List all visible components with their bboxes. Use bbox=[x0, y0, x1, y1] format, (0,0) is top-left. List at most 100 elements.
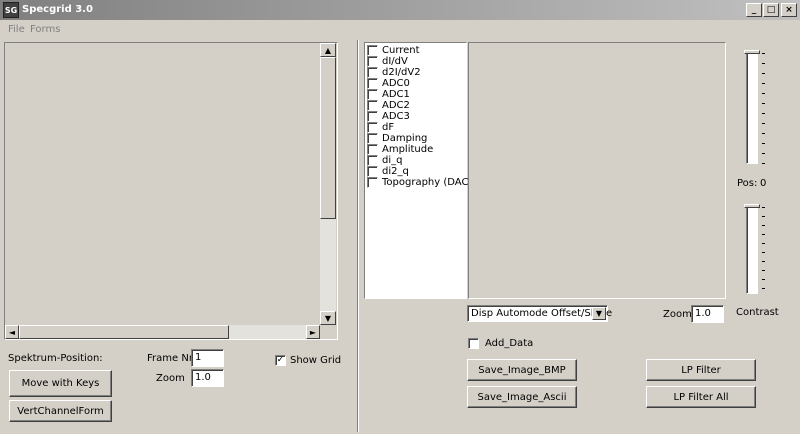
slider-tick bbox=[762, 143, 765, 144]
slider-tick bbox=[762, 53, 765, 54]
minimize-button[interactable]: _ bbox=[746, 3, 762, 17]
panel-divider-highlight bbox=[358, 40, 359, 432]
horizontal-scrollbar[interactable]: ◄ ► bbox=[5, 325, 320, 339]
dropdown-button[interactable]: ▼ bbox=[592, 307, 606, 320]
channel-item[interactable]: dI/dV bbox=[367, 56, 479, 67]
save-image-bmp-button[interactable]: Save_Image_BMP bbox=[467, 359, 577, 381]
channel-label: ADC0 bbox=[382, 78, 410, 89]
show-grid-label: Show Grid bbox=[290, 355, 342, 366]
channel-label: ADC1 bbox=[382, 89, 410, 100]
scroll-down-button[interactable]: ▼ bbox=[320, 311, 336, 325]
vertical-scrollbar[interactable]: ▲ ▼ bbox=[320, 43, 336, 325]
scroll-right-button[interactable]: ► bbox=[306, 325, 320, 339]
lp-filter-all-button[interactable]: LP Filter All bbox=[646, 386, 756, 408]
slider-tick bbox=[762, 63, 765, 64]
channel-item[interactable]: dF bbox=[367, 122, 479, 133]
slider-tick bbox=[762, 207, 765, 208]
channel-checkbox[interactable] bbox=[367, 177, 378, 188]
slider-tick bbox=[762, 73, 765, 74]
contrast-slider-ticks bbox=[762, 202, 767, 298]
channel-label: Damping bbox=[382, 133, 428, 144]
channel-label: ADC3 bbox=[382, 111, 410, 122]
close-button[interactable]: × bbox=[781, 3, 797, 17]
channel-item[interactable]: d2I/dV2 bbox=[367, 67, 479, 78]
channel-list[interactable]: Current dI/dV d2I/dV2 ADC0 ADC1 ADC2 ADC3 dF Dam… bbox=[364, 42, 479, 299]
pos-value: 0 bbox=[760, 178, 767, 189]
channel-item[interactable]: Amplitude bbox=[367, 144, 479, 155]
channel-checkbox[interactable] bbox=[367, 155, 378, 166]
pos-slider-ticks bbox=[762, 48, 767, 168]
channel-item[interactable]: ADC2 bbox=[367, 100, 479, 111]
contrast-label: Contrast bbox=[736, 307, 779, 318]
move-with-keys-button[interactable]: Move with Keys bbox=[9, 370, 112, 397]
channel-checkbox[interactable] bbox=[367, 122, 378, 133]
checkmark-icon: ✓ bbox=[276, 355, 285, 365]
add-data-checkbox[interactable]: Add_Data bbox=[468, 338, 533, 349]
slider-tick bbox=[762, 261, 765, 262]
contrast-slider[interactable] bbox=[740, 202, 770, 298]
slider-tick bbox=[762, 103, 765, 104]
menu-bar: File Forms bbox=[0, 20, 800, 39]
arrow-up-icon: ▲ bbox=[324, 46, 332, 55]
window-title: Specgrid 3.0 bbox=[22, 4, 93, 15]
vertical-scroll-thumb[interactable] bbox=[320, 57, 336, 219]
slider-tick bbox=[762, 288, 765, 289]
channel-item[interactable]: di2_q bbox=[367, 166, 479, 177]
show-grid-checkbox[interactable]: ✓ Show Grid bbox=[275, 355, 341, 366]
pos-slider-track[interactable] bbox=[746, 52, 758, 164]
frame-nr-input[interactable]: 1 bbox=[191, 349, 224, 367]
channel-checkbox[interactable] bbox=[367, 111, 378, 122]
channel-label: d2I/dV2 bbox=[382, 67, 421, 78]
channel-checkbox[interactable] bbox=[367, 56, 378, 67]
arrow-left-icon: ◄ bbox=[8, 328, 16, 337]
scroll-left-button[interactable]: ◄ bbox=[5, 325, 19, 339]
channel-item[interactable]: Damping bbox=[367, 133, 479, 144]
spectrum-view[interactable] bbox=[4, 42, 338, 340]
menu-forms[interactable]: Forms bbox=[30, 23, 60, 37]
scroll-up-button[interactable]: ▲ bbox=[320, 43, 336, 57]
pos-slider[interactable] bbox=[740, 48, 770, 168]
lp-filter-button[interactable]: LP Filter bbox=[646, 359, 756, 381]
maximize-icon: □ bbox=[766, 5, 776, 15]
channel-checkbox[interactable] bbox=[367, 166, 378, 177]
show-grid-check[interactable]: ✓ bbox=[275, 355, 286, 366]
channel-label: Amplitude bbox=[382, 144, 434, 155]
channel-item[interactable]: di_q bbox=[367, 155, 479, 166]
save-image-ascii-button[interactable]: Save_Image_Ascii bbox=[467, 386, 577, 408]
image-display[interactable] bbox=[468, 42, 726, 299]
frame-nr-label: Frame Nr. bbox=[147, 353, 196, 364]
slider-tick bbox=[762, 216, 765, 217]
channel-item[interactable]: ADC0 bbox=[367, 78, 479, 89]
maximize-button[interactable]: □ bbox=[763, 3, 779, 17]
channel-checkbox[interactable] bbox=[367, 67, 378, 78]
menu-file[interactable]: File bbox=[8, 23, 25, 37]
channel-checkbox[interactable] bbox=[367, 133, 378, 144]
disp-mode-value: Disp Automode Offset/Slope bbox=[471, 308, 613, 319]
channel-label: di2_q bbox=[382, 166, 409, 177]
slider-tick bbox=[762, 243, 765, 244]
disp-mode-select[interactable]: Disp Automode Offset/Slope ▼ bbox=[467, 305, 612, 322]
contrast-slider-thumb[interactable] bbox=[744, 204, 760, 208]
channel-item[interactable]: ADC1 bbox=[367, 89, 479, 100]
channel-item[interactable]: ADC3 bbox=[367, 111, 479, 122]
zoom-input-right[interactable]: 1.0 bbox=[691, 305, 724, 323]
horizontal-scroll-thumb[interactable] bbox=[19, 325, 229, 339]
channel-checkbox[interactable] bbox=[367, 45, 378, 56]
channel-checkbox[interactable] bbox=[367, 144, 378, 155]
chevron-down-icon: ▼ bbox=[595, 309, 603, 318]
zoom-input-left[interactable]: 1.0 bbox=[191, 369, 224, 387]
channel-item[interactable]: Current bbox=[367, 45, 479, 56]
add-data-check[interactable] bbox=[468, 338, 479, 349]
pos-slider-thumb[interactable] bbox=[744, 50, 760, 54]
channel-label: Current bbox=[382, 45, 420, 56]
channel-item[interactable]: Topography (DAC0) bbox=[367, 177, 479, 188]
channel-checkbox[interactable] bbox=[367, 100, 378, 111]
channel-checkbox[interactable] bbox=[367, 78, 378, 89]
slider-tick bbox=[762, 270, 765, 271]
title-bar[interactable]: SG Specgrid 3.0 _ □ × bbox=[0, 0, 800, 20]
contrast-slider-track[interactable] bbox=[746, 206, 758, 294]
channel-label: dF bbox=[382, 122, 395, 133]
channel-checkbox[interactable] bbox=[367, 89, 378, 100]
slider-tick bbox=[762, 133, 765, 134]
vert-channel-form-button[interactable]: VertChannelForm bbox=[9, 400, 112, 422]
